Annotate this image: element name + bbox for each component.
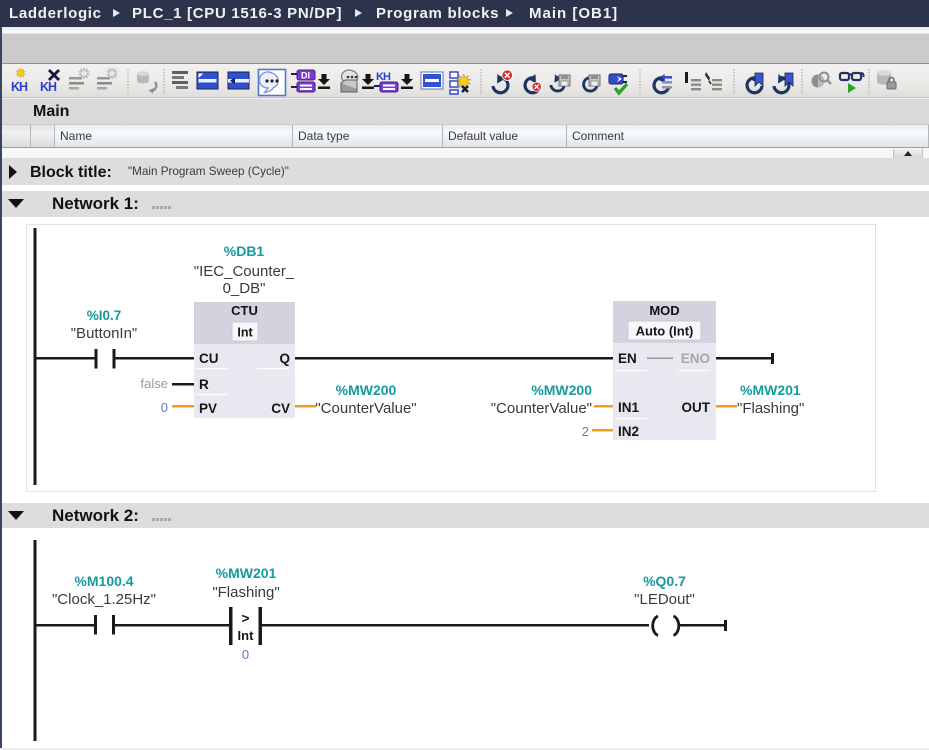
svg-text:0: 0 — [242, 647, 249, 662]
svg-text:%Q0.7: %Q0.7 — [643, 573, 686, 589]
svg-text:0: 0 — [161, 400, 168, 415]
svg-text:CTU: CTU — [231, 303, 258, 318]
svg-text:IN1: IN1 — [618, 400, 640, 415]
svg-text:%MW201: %MW201 — [740, 382, 801, 398]
svg-text:CU: CU — [199, 351, 219, 366]
svg-text:0_DB": 0_DB" — [223, 280, 266, 297]
svg-text:MOD: MOD — [649, 303, 679, 318]
svg-text:%MW200: %MW200 — [336, 382, 397, 398]
svg-text:"CounterValue": "CounterValue" — [315, 400, 416, 417]
svg-text:R: R — [199, 377, 209, 392]
svg-text:"Flashing": "Flashing" — [212, 584, 279, 601]
svg-text:Q: Q — [279, 351, 290, 366]
svg-text:"Flashing": "Flashing" — [737, 400, 804, 417]
svg-text:>: > — [242, 611, 250, 626]
svg-text:Int: Int — [238, 628, 255, 643]
svg-text:"ButtonIn": "ButtonIn" — [71, 325, 138, 342]
svg-text:%MW200: %MW200 — [531, 382, 592, 398]
svg-text:Int: Int — [237, 326, 253, 340]
svg-text:false: false — [141, 376, 168, 391]
svg-text:ENO: ENO — [681, 351, 710, 366]
svg-text:2: 2 — [582, 424, 589, 439]
svg-text:OUT: OUT — [682, 400, 711, 415]
svg-text:"CounterValue": "CounterValue" — [491, 400, 592, 417]
svg-text:%M100.4: %M100.4 — [74, 573, 133, 589]
svg-text:%DB1: %DB1 — [224, 243, 265, 259]
svg-text:PV: PV — [199, 401, 217, 416]
svg-text:%I0.7: %I0.7 — [87, 308, 122, 323]
svg-text:EN: EN — [618, 351, 637, 366]
svg-text:Auto (Int): Auto (Int) — [636, 324, 694, 339]
svg-text:"LEDout": "LEDout" — [634, 591, 695, 608]
svg-text:"Clock_1.25Hz": "Clock_1.25Hz" — [52, 591, 156, 608]
svg-text:IN2: IN2 — [618, 424, 639, 439]
svg-text:"IEC_Counter_: "IEC_Counter_ — [194, 263, 295, 280]
svg-text:%MW201: %MW201 — [216, 565, 277, 581]
svg-text:CV: CV — [271, 401, 290, 416]
